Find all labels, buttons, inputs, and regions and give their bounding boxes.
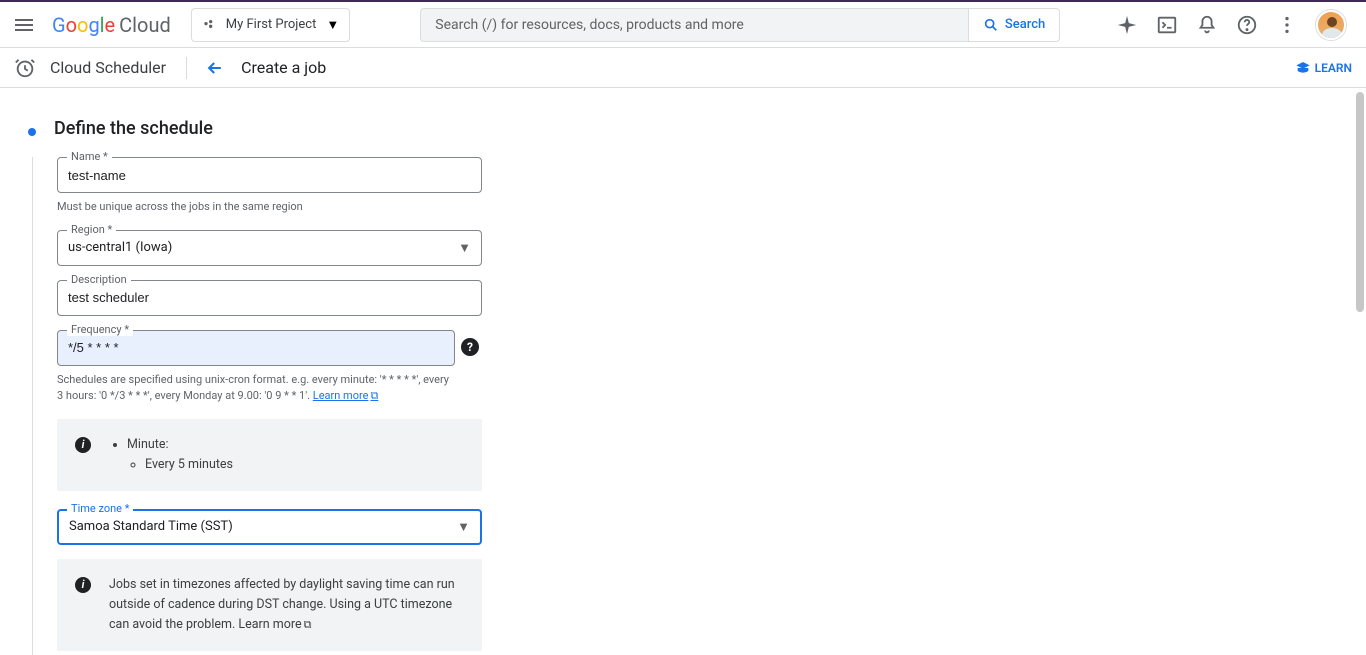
timezone-field-wrapper: Time zone * Samoa Standard Time (SST) ▼ — [57, 509, 482, 545]
caret-down-icon: ▼ — [457, 519, 470, 535]
description-field-wrapper: Description — [57, 280, 482, 316]
project-name: My First Project — [226, 17, 317, 32]
avatar[interactable] — [1316, 10, 1346, 40]
name-helper: Must be unique across the jobs in the sa… — [57, 199, 482, 216]
help-icon[interactable] — [1236, 14, 1258, 36]
search-placeholder: Search (/) for resources, docs, products… — [435, 17, 744, 33]
info-icon: i — [75, 577, 91, 593]
timezone-info-body: Jobs set in timezones affected by daylig… — [109, 575, 466, 635]
step-indicator — [28, 128, 36, 136]
top-header: GoogleCloud My First Project ▼ Search (/… — [0, 2, 1366, 48]
timezone-learn-more-link[interactable]: Learn more⧉ — [238, 617, 311, 632]
name-label: Name * — [67, 150, 112, 163]
more-icon[interactable] — [1276, 14, 1298, 36]
menu-icon[interactable] — [12, 13, 36, 37]
frequency-preview-detail: Every 5 minutes — [145, 455, 233, 475]
frequency-helper: Schedules are specified using unix-cron … — [57, 372, 455, 405]
timezone-value: Samoa Standard Time (SST) — [69, 519, 233, 534]
frequency-preview-heading: Minute: — [127, 437, 169, 452]
external-link-icon: ⧉ — [304, 618, 312, 631]
gemini-icon[interactable] — [1116, 14, 1138, 36]
search-wrap: Search (/) for resources, docs, products… — [420, 8, 1060, 42]
caret-down-icon: ▼ — [326, 17, 339, 33]
search-button[interactable]: Search — [968, 8, 1060, 42]
frequency-preview-body: Minute: Every 5 minutes — [109, 435, 233, 475]
sub-header: Cloud Scheduler Create a job LEARN — [0, 48, 1366, 88]
frequency-label: Frequency * — [67, 323, 133, 336]
region-label: Region * — [67, 223, 116, 236]
step-title: Define the schedule — [54, 118, 482, 139]
search-input[interactable]: Search (/) for resources, docs, products… — [420, 8, 968, 42]
caret-down-icon: ▼ — [458, 240, 471, 256]
cloud-shell-icon[interactable] — [1156, 14, 1178, 36]
frequency-field-wrapper: Frequency * ? Schedules are specified us… — [57, 330, 455, 405]
page-title: Create a job — [241, 58, 326, 77]
frequency-help-icon[interactable]: ? — [461, 338, 479, 356]
region-value: us-central1 (Iowa) — [68, 240, 172, 255]
timezone-label: Time zone * — [67, 502, 133, 515]
divider — [186, 57, 187, 79]
region-field-wrapper: Region * us-central1 (Iowa) ▼ — [57, 230, 482, 266]
form: Name * Must be unique across the jobs in… — [32, 157, 482, 655]
step-row: Define the schedule Name * Must be uniqu… — [28, 118, 1366, 655]
frequency-learn-more-link[interactable]: Learn more⧉ — [313, 389, 379, 402]
region-select[interactable]: us-central1 (Iowa) ▼ — [57, 230, 482, 266]
scrollbar[interactable] — [1356, 92, 1364, 312]
learn-label: LEARN — [1315, 61, 1352, 75]
google-cloud-logo[interactable]: GoogleCloud — [52, 13, 171, 37]
name-field-wrapper: Name * Must be unique across the jobs in… — [57, 157, 482, 216]
content: Define the schedule Name * Must be uniqu… — [0, 90, 1366, 655]
learn-button[interactable]: LEARN — [1295, 60, 1352, 76]
product-name: Cloud Scheduler — [50, 58, 166, 77]
header-right — [1116, 10, 1354, 40]
notifications-icon[interactable] — [1196, 14, 1218, 36]
learn-icon — [1295, 60, 1311, 76]
cloud-scheduler-icon — [14, 57, 36, 79]
frequency-preview-panel: i Minute: Every 5 minutes — [57, 419, 482, 491]
search-icon — [983, 17, 999, 33]
project-picker[interactable]: My First Project ▼ — [191, 8, 351, 42]
frequency-helper-text: Schedules are specified using unix-cron … — [57, 373, 449, 403]
description-label: Description — [67, 273, 131, 286]
info-icon: i — [75, 437, 91, 453]
external-link-icon: ⧉ — [370, 389, 378, 402]
search-button-label: Search — [1005, 17, 1045, 32]
back-icon[interactable] — [205, 58, 225, 78]
timezone-info-panel: i Jobs set in timezones affected by dayl… — [57, 559, 482, 651]
name-input[interactable] — [57, 157, 482, 193]
